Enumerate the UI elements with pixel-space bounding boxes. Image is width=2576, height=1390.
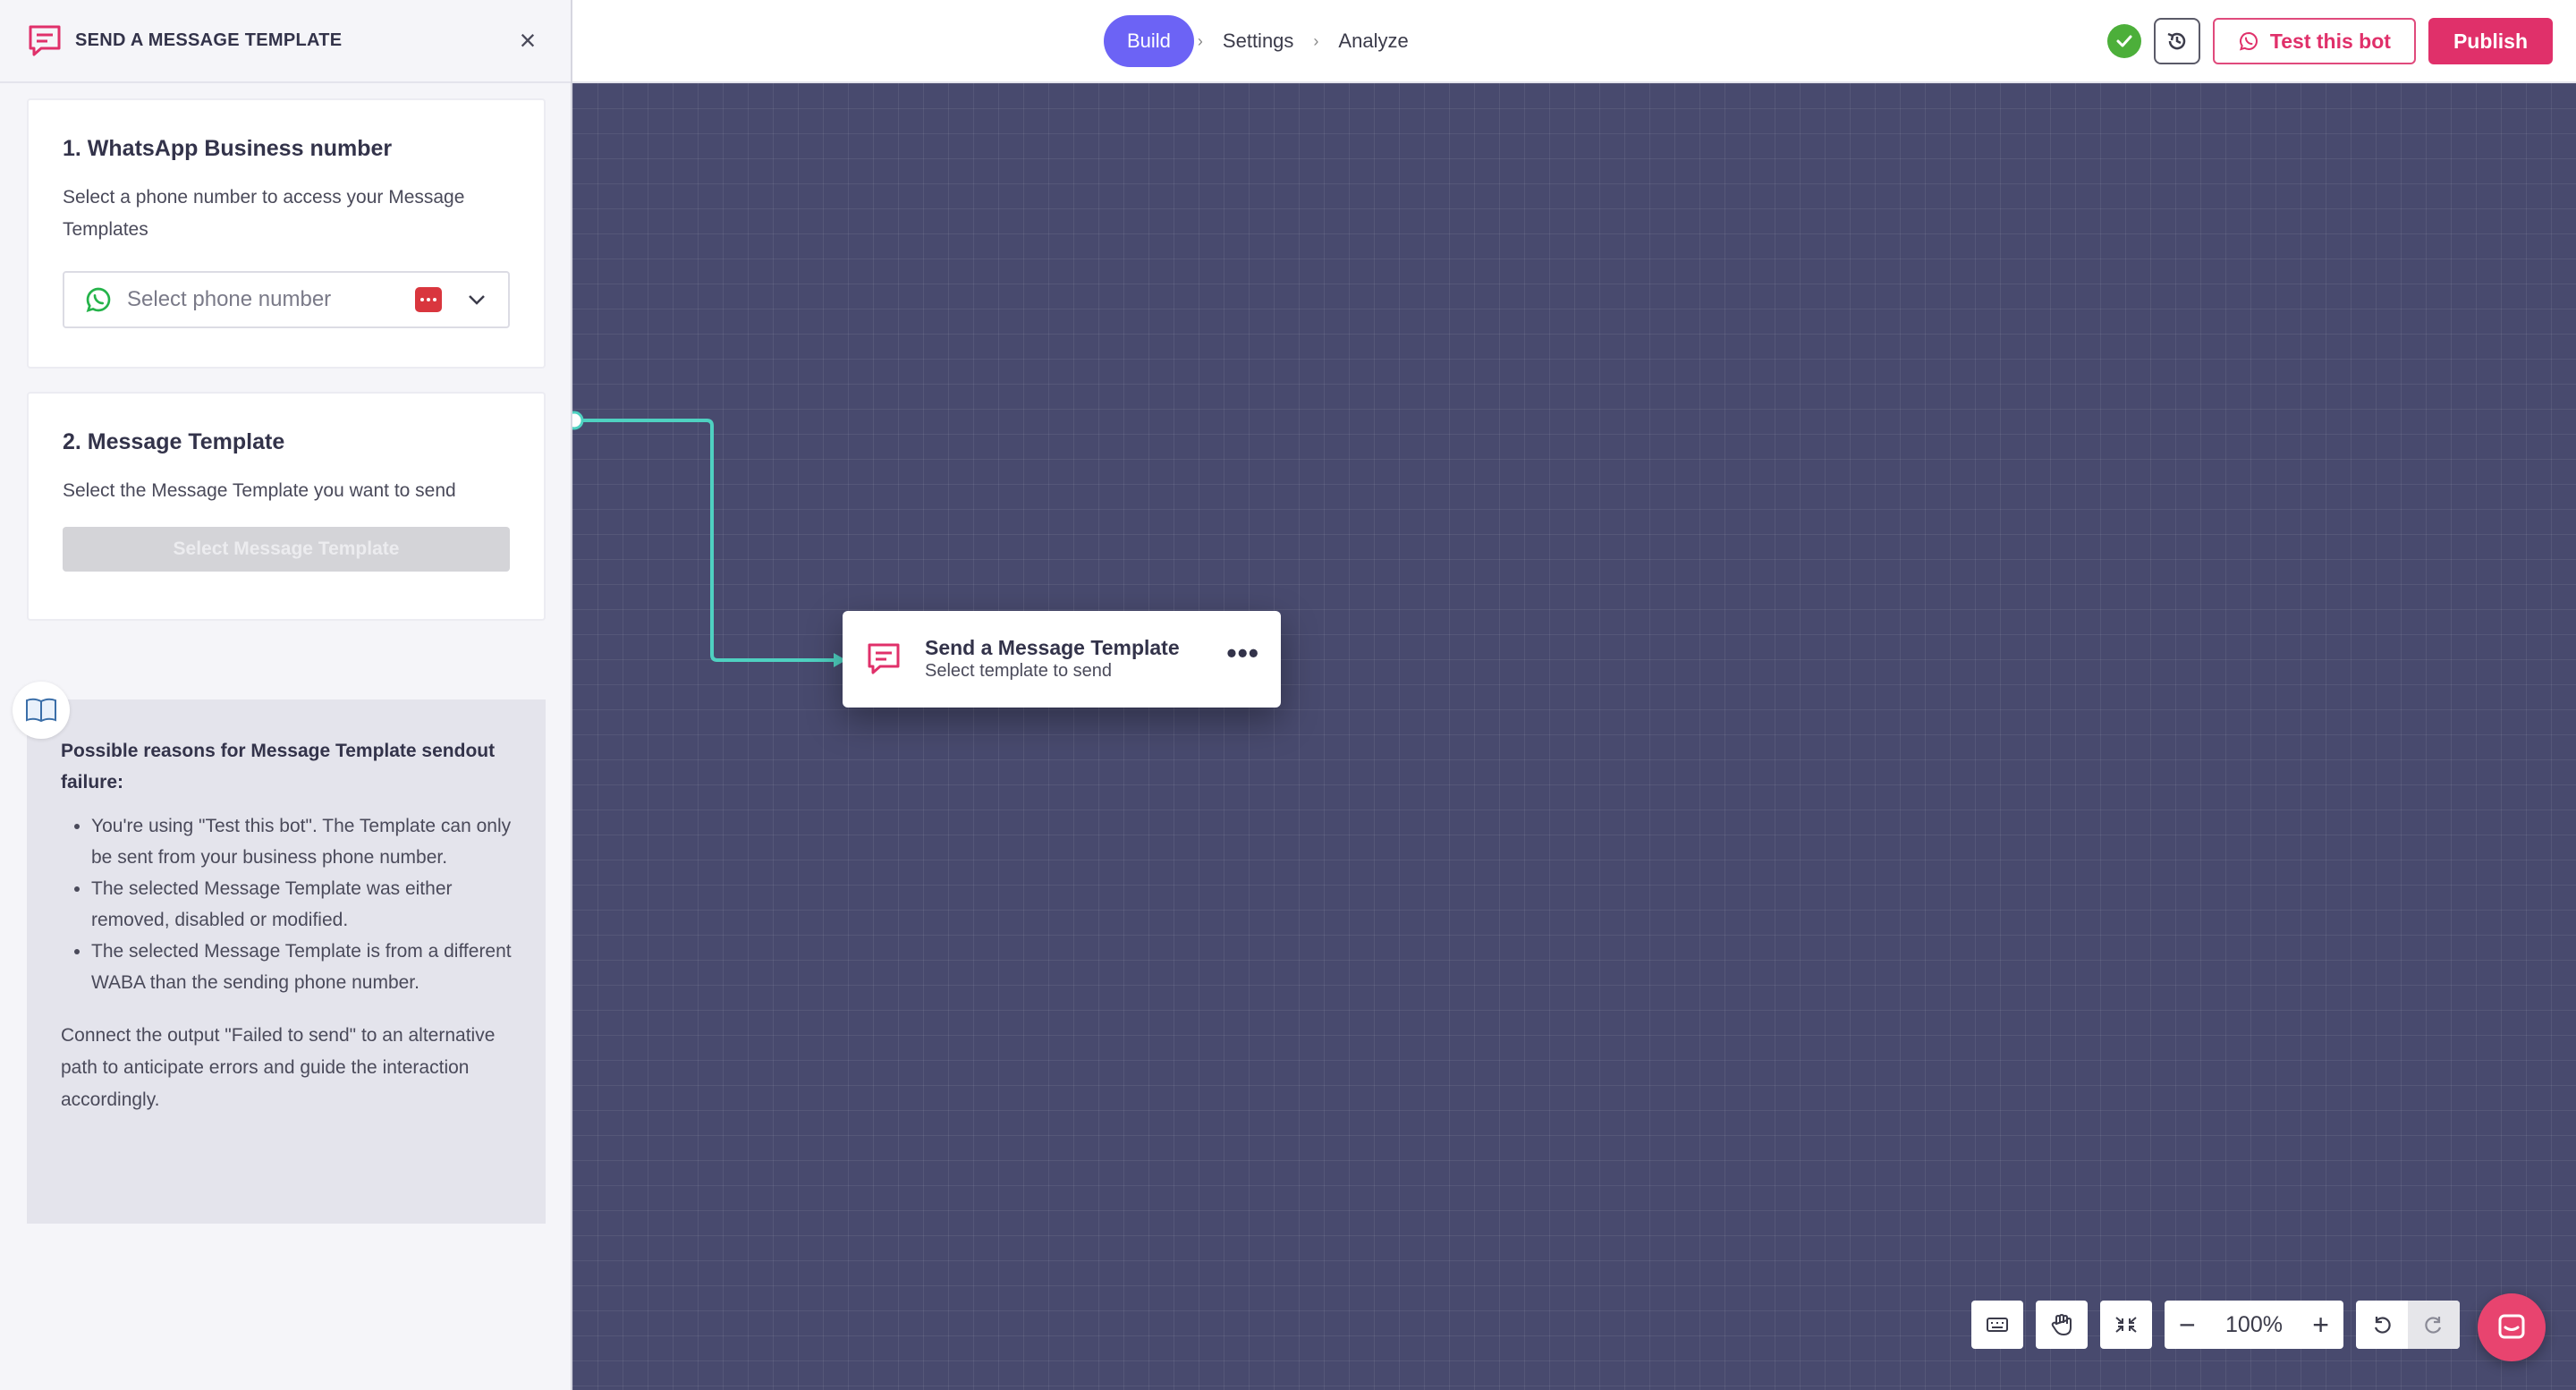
failure-info-box: Possible reasons for Message Template se… [27,699,546,1224]
history-icon [2167,32,2186,50]
redo-icon [2425,1317,2442,1334]
redo-button[interactable] [2408,1301,2460,1349]
panel-title: SEND A MESSAGE TEMPLATE [75,30,343,50]
flow-connector [564,411,846,667]
test-bot-label: Test this bot [2269,29,2391,53]
support-chat-button[interactable] [2478,1293,2546,1361]
phone-select-placeholder: Select phone number [127,287,332,311]
section-heading: 1. WhatsApp Business number [63,136,393,161]
undo-icon [2374,1317,2391,1334]
password-manager-icon[interactable] [415,287,442,312]
send-template-panel: SEND A MESSAGE TEMPLATE × 1. WhatsApp Bu… [0,0,572,1390]
message-template-icon [868,643,900,674]
panel-header: SEND A MESSAGE TEMPLATE × [0,0,571,83]
zoom-level: 100% [2225,1311,2283,1337]
section-description: Select a phone number to access your Mes… [63,187,465,240]
message-template-icon [29,25,61,55]
flow-canvas[interactable] [572,83,2576,1390]
undo-redo-group [2356,1301,2460,1349]
zoom-control: − 100% + [2165,1301,2343,1349]
undo-button[interactable] [2356,1301,2408,1349]
node-subtitle: Select template to send [925,661,1113,681]
whatsapp-icon [86,287,111,313]
node-title: Send a Message Template [925,636,1180,659]
zoom-out-button[interactable]: − [2179,1309,2196,1342]
list-item: You're using "Test this bot". The Templa… [91,810,512,873]
whatsapp-icon [2239,31,2258,51]
info-footer: Connect the output "Failed to send" to a… [61,1025,496,1110]
build-steps: Build › Settings › Analyze [1104,14,1425,68]
whatsapp-number-card: 1. WhatsApp Business number Select a pho… [27,98,546,369]
history-button[interactable] [2153,18,2200,64]
zoom-in-button[interactable]: + [2312,1309,2329,1342]
keyboard-shortcuts-button[interactable] [1971,1301,2023,1349]
chevron-right-icon: › [1313,31,1319,50]
info-title: Possible reasons for Message Template se… [61,741,496,792]
phone-number-select[interactable]: Select phone number [63,271,510,328]
keyboard-icon [1987,1318,2008,1332]
tab-build[interactable]: Build [1104,15,1194,67]
chevron-right-icon: › [1197,31,1203,50]
node-more-menu-icon[interactable]: ••• [1226,637,1259,670]
message-template-card: 2. Message Template Select the Message T… [27,392,546,621]
publish-button[interactable]: Publish [2428,18,2553,64]
saved-check-icon [2106,24,2141,58]
fit-view-button[interactable] [2100,1301,2152,1349]
list-item: The selected Message Template was either… [91,873,512,936]
close-icon[interactable]: × [510,24,546,57]
pan-tool-button[interactable] [2036,1301,2088,1349]
chat-icon [2498,1314,2525,1339]
failure-reasons-list: You're using "Test this bot". The Templa… [61,810,512,998]
tab-settings[interactable]: Settings [1207,15,1310,67]
send-template-node[interactable]: Send a Message Template Select template … [843,611,1281,708]
section-heading: 2. Message Template [63,429,285,454]
list-item: The selected Message Template is from a … [91,936,512,998]
section-description: Select the Message Template you want to … [63,480,456,501]
test-bot-button[interactable]: Test this bot [2212,18,2416,64]
hand-icon [2051,1314,2072,1335]
chevron-down-icon [469,295,485,305]
canvas-controls: − 100% + [1971,1301,2460,1349]
collapse-arrows-icon [2115,1317,2137,1333]
select-template-button[interactable]: Select Message Template [63,527,510,572]
book-icon [13,682,70,739]
tab-analyze[interactable]: Analyze [1322,15,1424,67]
